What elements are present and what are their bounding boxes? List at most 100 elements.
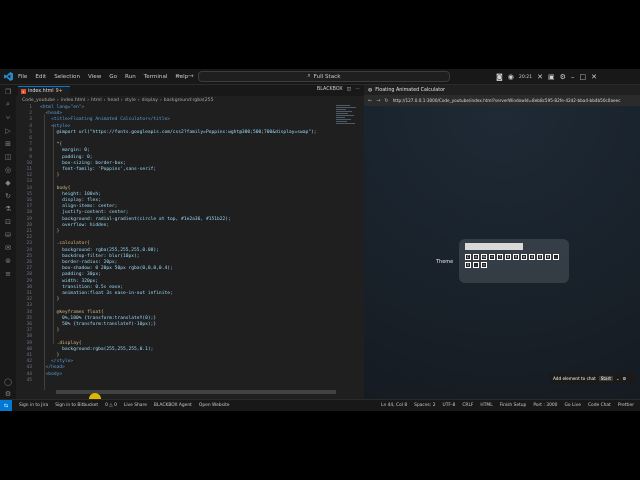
- menu-item-edit[interactable]: Edit: [35, 74, 46, 80]
- calculator-key[interactable]: ±: [473, 254, 479, 260]
- code-line: box-shadow: 0 20px 50px rgba(0,0,0,0.4);: [40, 266, 173, 272]
- calculator-key[interactable]: 8: [505, 254, 511, 260]
- blackbox-icon[interactable]: ◆: [0, 176, 16, 189]
- status-item[interactable]: UTF-8: [443, 403, 456, 408]
- reload-icon[interactable]: ↻: [384, 98, 388, 104]
- status-item[interactable]: HTML: [480, 403, 492, 408]
- minimap[interactable]: [336, 104, 360, 144]
- forward-icon[interactable]: →: [376, 98, 380, 104]
- blackbox-label[interactable]: BLACKBOX: [317, 87, 343, 92]
- chevron-down-icon[interactable]: ⌄: [616, 376, 620, 381]
- calculator-key[interactable]: -: [553, 254, 559, 260]
- mute-icon[interactable]: ✕: [537, 73, 543, 81]
- minimize-icon[interactable]: –: [571, 73, 575, 81]
- search-icon[interactable]: ⌕: [0, 98, 16, 111]
- search-icon: ⌕: [307, 73, 311, 79]
- testing-icon[interactable]: ⚗: [0, 202, 16, 215]
- calculator-key[interactable]: 5: [537, 254, 543, 260]
- calculator-key[interactable]: =: [481, 262, 487, 268]
- url-input[interactable]: http://127.0.0.1:3000/Code_youtube/index…: [393, 98, 621, 103]
- add-element-text[interactable]: Add element to chat: [553, 376, 596, 381]
- settings-gear-icon[interactable]: ⚙: [560, 73, 566, 81]
- tab-index-html[interactable]: 5 index.html 9+: [18, 86, 70, 96]
- calculator-key[interactable]: 7: [497, 254, 503, 260]
- calculator-card: C ±% ÷ 7 8 9 × 4 5 6- 0. =: [459, 239, 569, 283]
- status-item[interactable]: Sign in to Bitbucket: [55, 403, 98, 408]
- copilot-icon[interactable]: ◎: [0, 163, 16, 176]
- status-item[interactable]: Finish Setup: [500, 403, 527, 408]
- status-item[interactable]: 0 △ 0: [105, 403, 117, 408]
- live-share-icon[interactable]: ↻: [0, 189, 16, 202]
- breadcrumb-item[interactable]: display: [142, 98, 158, 103]
- calculator-key[interactable]: .: [473, 262, 479, 268]
- breadcrumb-item[interactable]: background:rgba(255: [164, 98, 214, 103]
- code-line: @import url("https://fonts.googleapis.co…: [40, 129, 317, 135]
- calculator-key[interactable]: 9: [513, 254, 519, 260]
- remote-icon[interactable]: ⇆: [0, 400, 12, 411]
- breadcrumb-item[interactable]: head: [107, 98, 118, 103]
- timeline-icon[interactable]: ≡: [0, 267, 16, 280]
- back-arrow-icon[interactable]: ←: [176, 72, 182, 80]
- calculator-key[interactable]: 0: [465, 262, 471, 268]
- maximize-icon[interactable]: □: [579, 73, 586, 81]
- breadcrumb-separator: ›: [103, 97, 106, 103]
- settings-gear-icon[interactable]: ⚙: [623, 376, 627, 381]
- breadcrumb-item[interactable]: Code_youtube: [22, 98, 55, 103]
- status-item[interactable]: Port : 3000: [533, 403, 557, 408]
- status-item[interactable]: CRLF: [462, 403, 473, 408]
- more-actions-icon[interactable]: ⋯: [355, 87, 360, 92]
- forward-arrow-icon[interactable]: →: [188, 72, 194, 80]
- explorer-icon[interactable]: ❐: [0, 85, 16, 98]
- source-control-icon[interactable]: ⑂: [0, 111, 16, 124]
- start-select[interactable]: Start: [598, 375, 613, 381]
- breadcrumb-item[interactable]: index.html: [61, 98, 86, 103]
- line-number: 28: [26, 272, 32, 278]
- close-icon[interactable]: ✕: [591, 73, 597, 81]
- status-item[interactable]: Go Live: [564, 403, 580, 408]
- menu-item-view[interactable]: View: [88, 74, 101, 80]
- menu-item-selection[interactable]: Selection: [54, 74, 80, 80]
- code-line: 0%,100% {transform:translateY(0);}: [40, 315, 157, 321]
- calculator-key[interactable]: 4: [529, 254, 535, 260]
- database-icon[interactable]: ⛁: [0, 228, 16, 241]
- calculator-key[interactable]: 6: [545, 254, 551, 260]
- calculator-key[interactable]: C: [465, 254, 471, 260]
- line-number: 27: [26, 266, 32, 272]
- status-item[interactable]: Code Chat: [588, 403, 611, 408]
- status-item[interactable]: Spaces: 2: [414, 403, 435, 408]
- record-icon[interactable]: ◉: [508, 73, 514, 81]
- browser-tab[interactable]: ◍ Floating Animated Calculator: [364, 85, 640, 95]
- layout-icon[interactable]: ▣: [548, 73, 555, 81]
- remote-explorer-icon[interactable]: ◫: [0, 150, 16, 163]
- calculator-key[interactable]: %: [481, 254, 487, 260]
- line-number: 2: [29, 111, 32, 117]
- status-item[interactable]: Ln 44, Col 8: [381, 403, 407, 408]
- code-line: 50% {transform:translateY(-10px);}: [40, 322, 157, 327]
- run-debug-icon[interactable]: ▷: [0, 124, 16, 137]
- calculator-key[interactable]: ×: [521, 254, 527, 260]
- breadcrumb-item[interactable]: html: [91, 98, 101, 103]
- status-item[interactable]: BLACKBOX Agent: [154, 403, 192, 408]
- code-editor[interactable]: 1 <html lang="en"> 2 <head> 3 <title>Floati…: [16, 104, 364, 399]
- split-editor-icon[interactable]: ◫: [347, 87, 352, 92]
- status-item[interactable]: Prettier: [618, 403, 634, 408]
- menu-item-terminal[interactable]: Terminal: [144, 74, 168, 80]
- docker-icon[interactable]: ⊡: [0, 215, 16, 228]
- status-item[interactable]: Open Website: [199, 403, 230, 408]
- menu-item-file[interactable]: File: [18, 74, 27, 80]
- command-center-search[interactable]: ⌕ Full Stack: [198, 71, 450, 82]
- status-item[interactable]: Live Share: [124, 403, 147, 408]
- line-number: 32: [26, 297, 32, 303]
- menu-item-go[interactable]: Go: [109, 74, 117, 80]
- back-icon[interactable]: ←: [368, 98, 372, 104]
- code-line: padding: 0;: [40, 154, 93, 160]
- chat-icon[interactable]: ✉: [0, 241, 16, 254]
- camera-icon[interactable]: ◙: [496, 73, 503, 81]
- status-item[interactable]: Sign in to Jira: [19, 403, 48, 408]
- calculator-key[interactable]: ÷: [489, 254, 495, 260]
- line-number: 6: [29, 136, 32, 141]
- menu-item-run[interactable]: Run: [125, 74, 136, 80]
- breadcrumb-item[interactable]: style: [125, 98, 136, 103]
- extensions-icon[interactable]: ⊞: [0, 137, 16, 150]
- git-graph-icon[interactable]: ⊚: [0, 254, 16, 267]
